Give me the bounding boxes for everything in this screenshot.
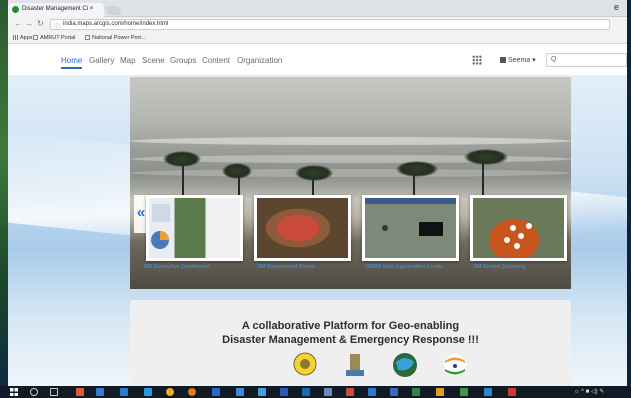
nav-map[interactable]: Map <box>120 56 136 65</box>
excel-app-icon[interactable] <box>412 388 420 396</box>
tagline-line-2: Disaster Management & Emergency Response… <box>222 334 479 346</box>
thumbnail-image <box>365 198 456 258</box>
new-tab-button[interactable] <box>104 6 122 15</box>
address-text: india.maps.arcgis.com/home/index.html <box>63 21 169 27</box>
page-icon <box>85 35 90 40</box>
taskbar-app-icon[interactable] <box>302 388 310 396</box>
start-button[interactable] <box>10 388 18 396</box>
tagline-card: A collaborative Platform for Geo-enablin… <box>130 300 571 386</box>
bookmark-national-power-portal[interactable]: National Power Port... <box>85 35 146 41</box>
address-bar[interactable]: ⓘ india.maps.arcgis.com/home/index.html <box>50 19 610 31</box>
pie-chart-icon <box>151 204 170 249</box>
location-pins-icon <box>504 223 532 249</box>
palm-crown <box>222 163 252 179</box>
site-favicon-icon <box>12 6 19 13</box>
thumbnail-caption[interactable]: NDMA Web Application Leads <box>365 264 443 270</box>
emblem-logo-icon <box>293 352 317 376</box>
thumbnail-caption[interactable]: DM Executive Dashboard <box>144 264 210 270</box>
taskbar-app-icon[interactable] <box>236 388 244 396</box>
gallery-thumbnail-dashboard[interactable] <box>146 195 243 261</box>
taskbar-app-icon[interactable] <box>280 388 288 396</box>
taskbar-app-icon[interactable] <box>460 388 468 396</box>
back-arrow-icon[interactable]: ← <box>14 19 22 28</box>
bookmark-amrut-portal[interactable]: AMRUT Portal <box>33 35 75 41</box>
thumbnail-image <box>149 198 240 258</box>
nav-gallery[interactable]: Gallery <box>89 56 114 65</box>
taskbar-app-icon[interactable] <box>96 388 104 396</box>
search-input[interactable]: Q <box>546 53 627 67</box>
flag-logo-icon <box>444 354 466 376</box>
taskbar-app-icon[interactable] <box>390 388 398 396</box>
reload-icon[interactable]: ↻ <box>37 19 44 28</box>
window-control-icon[interactable]: e <box>614 2 619 12</box>
gallery-thumbnail-web-application[interactable] <box>362 195 459 261</box>
gallery-thumbnail-crowd-sourcing[interactable] <box>470 195 567 261</box>
address-toolbar: ← → ↻ ⓘ india.maps.arcgis.com/home/index… <box>8 17 627 32</box>
palm-crown <box>163 151 201 167</box>
globe-logo-icon <box>393 353 417 377</box>
hero-wave <box>130 137 571 145</box>
search-icon[interactable] <box>30 388 38 396</box>
nav-home[interactable]: Home <box>61 56 83 69</box>
page-info-icon: ⓘ <box>54 25 61 31</box>
apps-grid-icon <box>13 35 18 40</box>
bookmarks-bar: Apps AMRUT Portal National Power Port... <box>8 32 627 44</box>
pdf-reader-icon[interactable] <box>508 388 516 396</box>
app-launcher-icon[interactable] <box>472 55 482 65</box>
thumbnail-image <box>257 198 348 258</box>
palm-crown <box>464 149 508 165</box>
file-explorer-icon[interactable] <box>120 388 128 396</box>
taskbar-app-icon[interactable] <box>484 388 492 396</box>
page-content: Home Gallery Map Scene Groups Content Or… <box>8 45 627 386</box>
nav-content[interactable]: Content <box>202 56 230 65</box>
portal-top-nav: Home Gallery Map Scene Groups Content Or… <box>8 45 627 75</box>
edge-browser-icon[interactable] <box>144 388 152 396</box>
nav-scene[interactable]: Scene <box>142 56 165 65</box>
palm-crown <box>396 161 438 177</box>
thumbnail-image <box>473 198 564 258</box>
state-emblem-logo-icon <box>346 354 364 376</box>
windows-taskbar: ☼ ^ ■ ◁) ✎ <box>0 386 631 398</box>
thumbnail-caption[interactable]: DM Crowd Sourcing <box>473 264 526 270</box>
forward-arrow-icon[interactable]: → <box>25 19 33 28</box>
firefox-browser-icon[interactable] <box>188 388 196 396</box>
ie-browser-icon[interactable] <box>212 388 220 396</box>
task-view-icon[interactable] <box>50 388 58 396</box>
hero-wave <box>130 169 571 177</box>
user-menu[interactable]: Seema ▾ <box>500 56 536 64</box>
taskbar-app-icon[interactable] <box>76 388 84 396</box>
nav-organization[interactable]: Organization <box>237 56 282 65</box>
nav-groups[interactable]: Groups <box>170 56 196 65</box>
gallery-thumbnail-department-portal[interactable] <box>254 195 351 261</box>
browser-window: Disaster Management Ci × e ← → ↻ ⓘ india… <box>8 0 627 386</box>
tab-strip: Disaster Management Ci × e <box>8 0 627 17</box>
system-tray[interactable]: ☼ ^ ■ ◁) ✎ <box>574 388 604 395</box>
page-icon <box>33 35 38 40</box>
palm-crown <box>295 165 333 181</box>
chrome-browser-icon[interactable] <box>166 388 174 396</box>
thumbnail-caption[interactable]: DM Department Portal <box>257 264 315 270</box>
bookmark-apps[interactable]: Apps <box>13 35 33 41</box>
map-window-icon <box>382 222 443 236</box>
word-app-icon[interactable] <box>368 388 376 396</box>
taskbar-app-icon[interactable] <box>324 388 332 396</box>
taskbar-app-icon[interactable] <box>346 388 354 396</box>
hero-banner: « » DM Executive Dashboard <box>130 77 571 289</box>
taskbar-app-icon[interactable] <box>436 388 444 396</box>
user-avatar-icon <box>500 57 506 63</box>
taskbar-app-icon[interactable] <box>258 388 266 396</box>
browser-tab[interactable]: Disaster Management Ci × <box>8 3 104 17</box>
tagline-line-1: A collaborative Platform for Geo-enablin… <box>241 320 460 332</box>
tab-title: Disaster Management Ci × <box>22 6 94 12</box>
